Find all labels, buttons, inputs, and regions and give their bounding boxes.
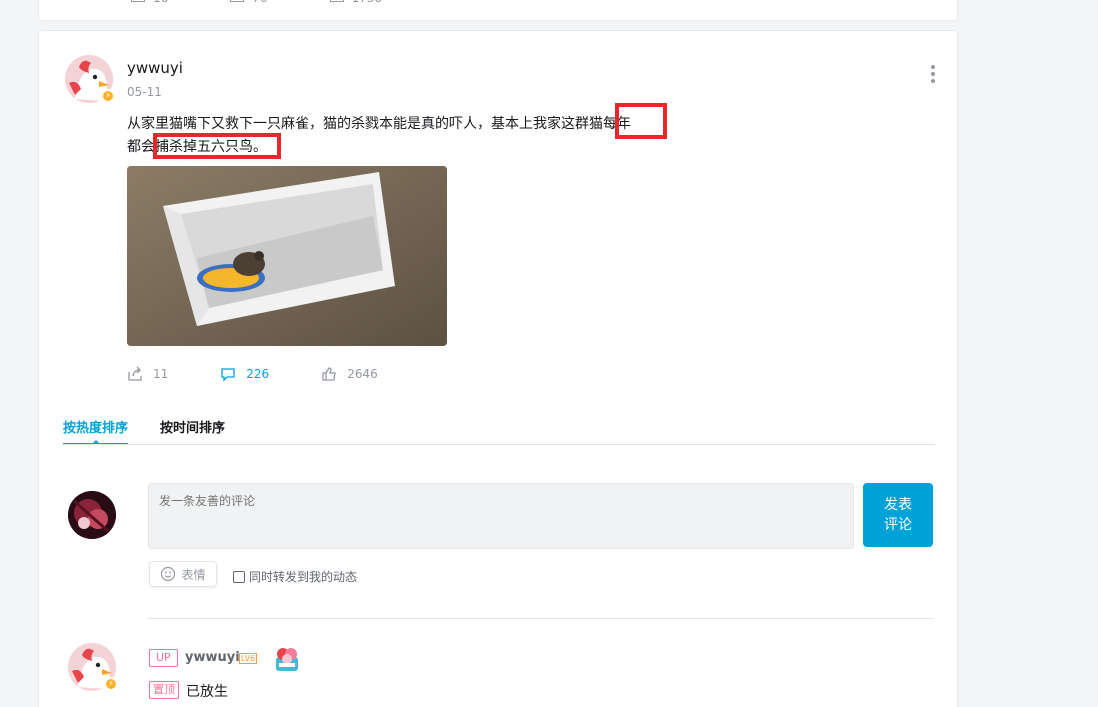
emoji-button[interactable]: 表情 [149,561,217,587]
post-card: ⚡ ywwuyi 05-11 从家里猫嘴下又救下一只麻雀，猫的杀戮本能是真的吓人… [38,30,958,707]
repost-label: 同时转发到我的动态 [249,570,358,584]
divider [148,618,934,619]
tab-sort-time[interactable]: 按时间排序 [160,417,225,444]
prev-comment-stat[interactable]: 76 [230,0,268,5]
comment-icon [221,368,235,382]
like-icon [329,0,344,2]
comment-text: 已放生 [186,684,228,700]
post-image[interactable] [127,166,447,346]
previous-post-stats: 16 76 1738 [131,0,382,5]
more-options-icon[interactable] [931,65,935,83]
level-badge: LV6 [239,653,258,664]
forward-icon [128,366,142,381]
emoji-label: 表情 [181,567,206,582]
repost-option[interactable]: 同时转发到我的动态 [233,568,357,585]
forward-button[interactable]: 11 [127,366,168,382]
post-actions: 11 226 2646 [127,366,430,382]
comment-input[interactable] [148,483,854,549]
post-text: 从家里猫嘴下又救下一只麻雀，猫的杀戮本能是真的吓人，基本上我家这群猫每年 都会捕… [127,113,687,159]
comment-author-name[interactable]: ywwuyi [185,650,240,665]
verified-badge-icon: ⚡ [104,677,118,691]
comment-count: 226 [246,367,270,381]
comment-author-avatar[interactable]: ⚡ [68,643,118,691]
repost-checkbox[interactable] [233,570,245,583]
author-name[interactable]: ywwuyi [127,59,183,77]
comment-button[interactable]: 226 [220,366,269,382]
submit-label: 发表 评论 [884,497,912,533]
prev-forward-stat[interactable]: 16 [131,0,168,5]
submit-comment-button[interactable]: 发表 评论 [863,483,933,547]
verified-badge-icon: ⚡ [101,89,115,103]
current-user-avatar[interactable] [68,491,116,539]
comment-icon [230,0,245,2]
like-count: 2646 [347,367,378,381]
forward-count: 11 [153,367,169,381]
post-date: 05-11 [127,85,162,99]
thumbs-up-icon [322,367,336,381]
tab-sort-hot[interactable]: 按热度排序 [63,417,129,444]
fan-medal-icon [273,645,301,673]
forward-icon [131,0,145,2]
sort-tabs: 按热度排序 按时间排序 [63,417,935,445]
smiley-icon [161,566,176,582]
like-button[interactable]: 2646 [321,366,378,382]
prev-like-stat[interactable]: 1738 [329,0,382,5]
author-avatar[interactable]: ⚡ [65,55,115,103]
up-tag: UP [149,649,178,667]
previous-post-card: 16 76 1738 [38,0,958,21]
pinned-tag: 置顶 [149,681,179,699]
post-text-line-2: 都会捕杀掉五六只鸟。 [127,139,267,155]
post-text-line-1: 从家里猫嘴下又救下一只麻雀，猫的杀戮本能是真的吓人，基本上我家这群猫每年 [127,116,631,132]
